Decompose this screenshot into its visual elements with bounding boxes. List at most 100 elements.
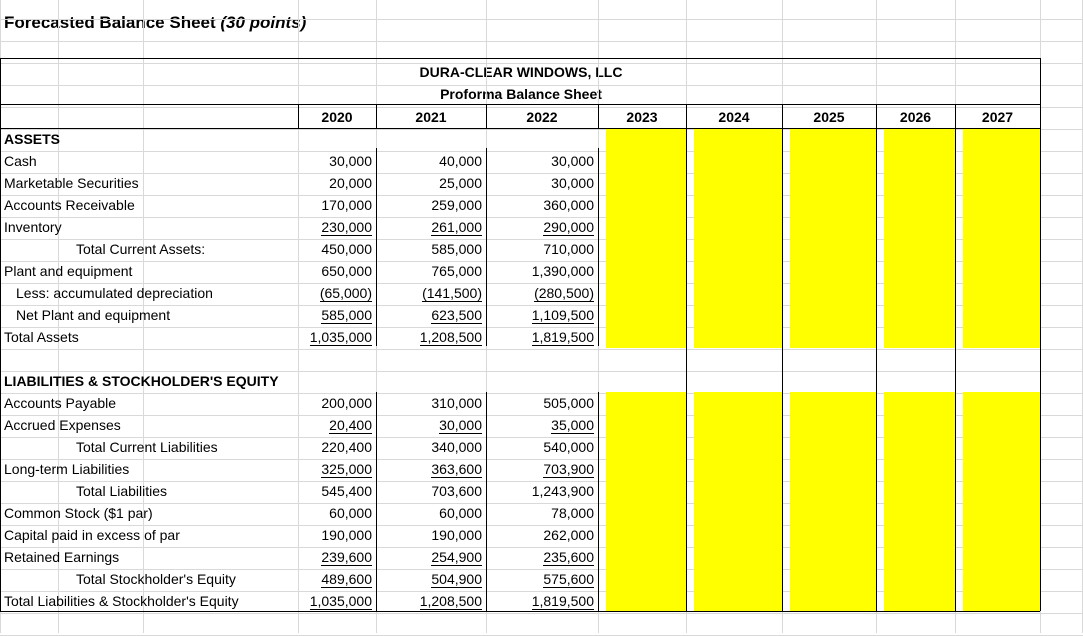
- value-cell[interactable]: 623,500: [376, 304, 482, 326]
- cell-value: 259,000: [431, 197, 482, 213]
- value-cell[interactable]: 504,900: [376, 568, 482, 590]
- value-cell[interactable]: (141,500): [376, 282, 482, 304]
- cell-value: 239,600: [321, 549, 372, 566]
- section-header-assets: ASSETS: [4, 131, 61, 147]
- header-divider: [0, 128, 1040, 129]
- value-cell[interactable]: 78,000: [486, 502, 594, 524]
- forecast-input-area[interactable]: [884, 392, 955, 611]
- value-cell[interactable]: 30,000: [298, 150, 372, 172]
- row-label: Less: accumulated depreciation: [16, 285, 213, 301]
- row-label: Accrued Expenses: [4, 417, 121, 433]
- value-cell[interactable]: 1,035,000: [298, 326, 372, 348]
- sheet-subtitle: Proforma Balance Sheet: [440, 86, 602, 102]
- value-cell[interactable]: 1,035,000: [298, 590, 372, 612]
- spreadsheet-grid[interactable]: Forecasted Balance Sheet (30 points) DUR…: [0, 0, 1083, 636]
- cell-value: 489,600: [321, 571, 372, 588]
- cell-value: 262,000: [543, 527, 594, 543]
- forecast-input-area[interactable]: [694, 392, 782, 611]
- value-cell[interactable]: 575,600: [486, 568, 594, 590]
- forecast-input-area[interactable]: [606, 392, 686, 611]
- value-cell[interactable]: 20,400: [298, 414, 372, 436]
- forecast-input-area[interactable]: [963, 128, 1040, 348]
- cell-value: 585,000: [431, 241, 482, 257]
- value-cell[interactable]: 1,819,500: [486, 326, 594, 348]
- value-cell[interactable]: 254,900: [376, 546, 482, 568]
- forecast-input-area[interactable]: [694, 128, 782, 348]
- forecast-input-area[interactable]: [606, 128, 686, 348]
- forecast-column-divider: [782, 128, 783, 611]
- value-cell[interactable]: 30,000: [376, 414, 482, 436]
- value-cell[interactable]: 1,109,500: [486, 304, 594, 326]
- row-label: Cash: [4, 153, 37, 169]
- cell-value: 25,000: [439, 175, 482, 191]
- value-cell[interactable]: 1,208,500: [376, 326, 482, 348]
- value-cell[interactable]: 650,000: [298, 260, 372, 282]
- forecast-input-area[interactable]: [790, 128, 876, 348]
- value-cell[interactable]: 325,000: [298, 458, 372, 480]
- value-cell[interactable]: 220,400: [298, 436, 372, 458]
- value-cell[interactable]: 703,900: [486, 458, 594, 480]
- value-cell[interactable]: 1,819,500: [486, 590, 594, 612]
- value-cell[interactable]: 190,000: [376, 524, 482, 546]
- value-cell[interactable]: 259,000: [376, 194, 482, 216]
- value-cell[interactable]: 710,000: [486, 238, 594, 260]
- value-cell[interactable]: 585,000: [298, 304, 372, 326]
- value-cell[interactable]: (280,500): [486, 282, 594, 304]
- value-cell[interactable]: 585,000: [376, 238, 482, 260]
- value-cell[interactable]: 545,400: [298, 480, 372, 502]
- value-cell[interactable]: 450,000: [298, 238, 372, 260]
- value-cell[interactable]: 340,000: [376, 436, 482, 458]
- cell-value: 290,000: [543, 219, 594, 236]
- value-cell[interactable]: 25,000: [376, 172, 482, 194]
- table-border-left: [0, 58, 1, 611]
- value-cell[interactable]: 60,000: [376, 502, 482, 524]
- forecast-input-area[interactable]: [963, 392, 1040, 611]
- value-cell[interactable]: 310,000: [376, 392, 482, 414]
- value-cell[interactable]: 30,000: [486, 172, 594, 194]
- value-cell[interactable]: 290,000: [486, 216, 594, 238]
- forecast-input-area[interactable]: [790, 392, 876, 611]
- cell-value: 310,000: [431, 395, 482, 411]
- cell-value: 1,109,500: [531, 307, 594, 324]
- value-cell[interactable]: 360,000: [486, 194, 594, 216]
- cell-value: 363,600: [431, 461, 482, 478]
- value-cell[interactable]: 540,000: [486, 436, 594, 458]
- value-cell[interactable]: 765,000: [376, 260, 482, 282]
- value-cell[interactable]: 261,000: [376, 216, 482, 238]
- cell-value: 450,000: [321, 241, 372, 257]
- cell-value: 623,500: [431, 307, 482, 324]
- value-cell[interactable]: 35,000: [486, 414, 594, 436]
- table-border-top: [0, 58, 1040, 59]
- forecast-input-area[interactable]: [884, 128, 955, 348]
- value-cell[interactable]: 60,000: [298, 502, 372, 524]
- value-cell[interactable]: 40,000: [376, 150, 482, 172]
- cell-value: 20,000: [329, 175, 372, 191]
- cell-value: 1,208,500: [419, 329, 482, 346]
- page-title: Forecasted Balance Sheet (30 points): [4, 12, 306, 34]
- value-cell[interactable]: 1,243,900: [486, 480, 594, 502]
- value-cell[interactable]: 230,000: [298, 216, 372, 238]
- value-cell[interactable]: 703,600: [376, 480, 482, 502]
- value-cell[interactable]: 200,000: [298, 392, 372, 414]
- value-cell[interactable]: 1,390,000: [486, 260, 594, 282]
- value-cell[interactable]: 170,000: [298, 194, 372, 216]
- cell-value: 170,000: [321, 197, 372, 213]
- value-cell[interactable]: 20,000: [298, 172, 372, 194]
- section-header-liabilities: LIABILITIES & STOCKHOLDER'S EQUITY: [4, 373, 279, 389]
- cell-value: 710,000: [543, 241, 594, 257]
- cell-value: 1,243,900: [531, 483, 594, 499]
- value-cell[interactable]: 1,208,500: [376, 590, 482, 612]
- title-points: (30 points): [220, 13, 307, 32]
- value-cell[interactable]: 190,000: [298, 524, 372, 546]
- value-cell[interactable]: 489,600: [298, 568, 372, 590]
- row-label: Total Assets: [4, 329, 79, 345]
- value-cell[interactable]: (65,000): [298, 282, 372, 304]
- value-cell[interactable]: 235,600: [486, 546, 594, 568]
- year-header: 2026: [899, 109, 932, 125]
- value-cell[interactable]: 30,000: [486, 150, 594, 172]
- value-cell[interactable]: 505,000: [486, 392, 594, 414]
- value-cell[interactable]: 363,600: [376, 458, 482, 480]
- value-cell[interactable]: 239,600: [298, 546, 372, 568]
- cell-value: (65,000): [319, 285, 372, 302]
- value-cell[interactable]: 262,000: [486, 524, 594, 546]
